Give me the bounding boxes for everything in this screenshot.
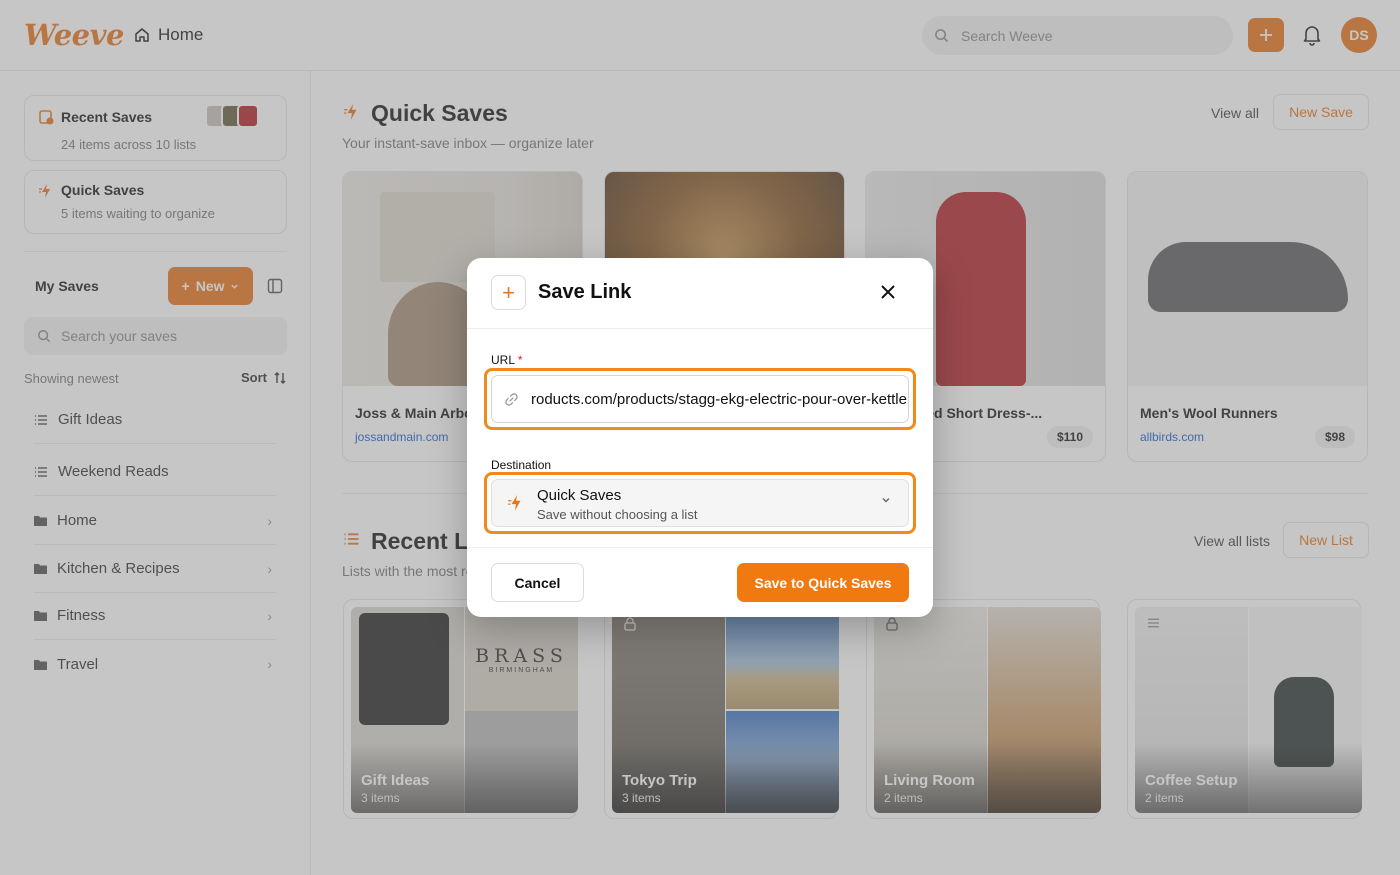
close-icon: [881, 285, 895, 299]
save-to-quick-saves-button[interactable]: Save to Quick Saves: [737, 563, 909, 602]
required-mark: *: [517, 353, 523, 367]
plus-icon: +: [491, 275, 526, 310]
destination-select[interactable]: Quick Saves Save without choosing a list: [491, 479, 909, 527]
destination-label: Destination: [491, 458, 552, 472]
url-label: URL *: [491, 353, 523, 367]
url-input[interactable]: roducts.com/products/stagg-ekg-electric-…: [491, 375, 909, 423]
dialog-title: Save Link: [538, 281, 632, 303]
dialog-divider: [467, 328, 933, 329]
destination-subtitle: Save without choosing a list: [537, 507, 698, 522]
dialog-footer-divider: [467, 547, 933, 548]
save-link-dialog: + Save Link URL * roducts.com/products/s…: [467, 258, 933, 617]
link-icon: [505, 392, 518, 406]
lightning-icon: [508, 495, 521, 511]
url-value: roducts.com/products/stagg-ekg-electric-…: [531, 390, 907, 408]
destination-title: Quick Saves: [537, 487, 622, 504]
url-label-text: URL: [491, 353, 515, 367]
cancel-button[interactable]: Cancel: [491, 563, 584, 602]
chevron-down-icon: [882, 498, 890, 503]
close-button[interactable]: [880, 282, 896, 304]
